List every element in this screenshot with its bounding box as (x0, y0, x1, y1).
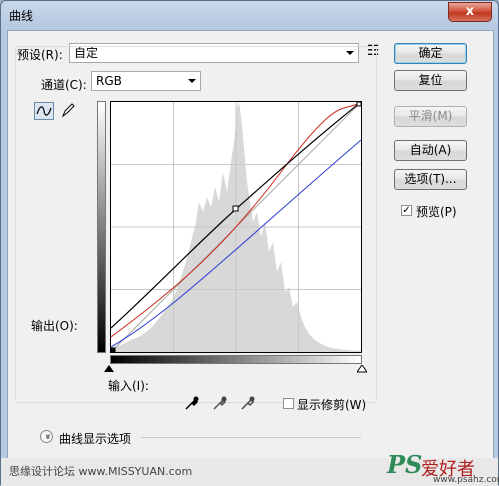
curve-control-point[interactable] (232, 205, 239, 212)
curve-graph-svg (110, 101, 362, 353)
show-clipping-checkbox[interactable] (283, 398, 294, 409)
curve-point-tool-button[interactable] (34, 102, 54, 120)
output-label: 输出(O): (31, 319, 78, 333)
gray-eyedropper-icon[interactable] (212, 395, 228, 411)
white-point-slider[interactable] (357, 365, 367, 373)
black-point-slider[interactable] (104, 365, 114, 373)
curve-graph[interactable] (110, 101, 362, 353)
preview-label: 预览(P) (416, 205, 457, 219)
title-bar: 曲线 x (1, 1, 498, 29)
brand-ps-logo: PS (387, 450, 423, 479)
pencil-icon (61, 103, 75, 118)
curves-dialog: 曲线 x 预设(R): 自定 ☷ 通道(C): RGB 输出(O): 输入(I)… (0, 0, 499, 486)
brand-url: www.psahz.com (433, 475, 499, 485)
input-label: 输入(I): (108, 379, 149, 393)
ok-button[interactable]: 确定 (394, 43, 467, 64)
options-button[interactable]: 选项(T)... (394, 169, 467, 190)
output-gradient-bar (97, 101, 106, 353)
curve-display-options-label[interactable]: 曲线显示选项 (59, 430, 131, 447)
curve-endpoint-top[interactable] (356, 101, 362, 107)
reset-button[interactable]: 复位 (394, 70, 467, 91)
expand-chevron-icon[interactable]: » (40, 430, 53, 443)
channel-value: RGB (96, 74, 122, 88)
dialog-title: 曲线 (9, 9, 34, 23)
close-button[interactable]: x (448, 2, 492, 22)
smooth-button[interactable]: 平滑(M) (394, 106, 467, 127)
chevron-down-icon (188, 79, 196, 83)
preview-checkbox[interactable]: ✓ (401, 205, 412, 216)
curve-wave-icon (36, 106, 52, 116)
input-gradient-bar (110, 355, 362, 364)
auto-button[interactable]: 自动(A) (394, 140, 467, 161)
pencil-tool-button[interactable] (59, 102, 79, 120)
show-clipping-label: 显示修剪(W) (297, 398, 367, 412)
channel-select[interactable]: RGB (91, 71, 201, 91)
curve-endpoint-bottom[interactable] (110, 347, 116, 353)
watermark-text: 思缘设计论坛 www.MISSYUAN.com (9, 465, 193, 478)
black-eyedropper-icon[interactable] (184, 395, 200, 411)
divider (141, 437, 361, 438)
channel-label: 通道(C): (41, 78, 87, 92)
white-eyedropper-icon[interactable] (240, 395, 256, 411)
